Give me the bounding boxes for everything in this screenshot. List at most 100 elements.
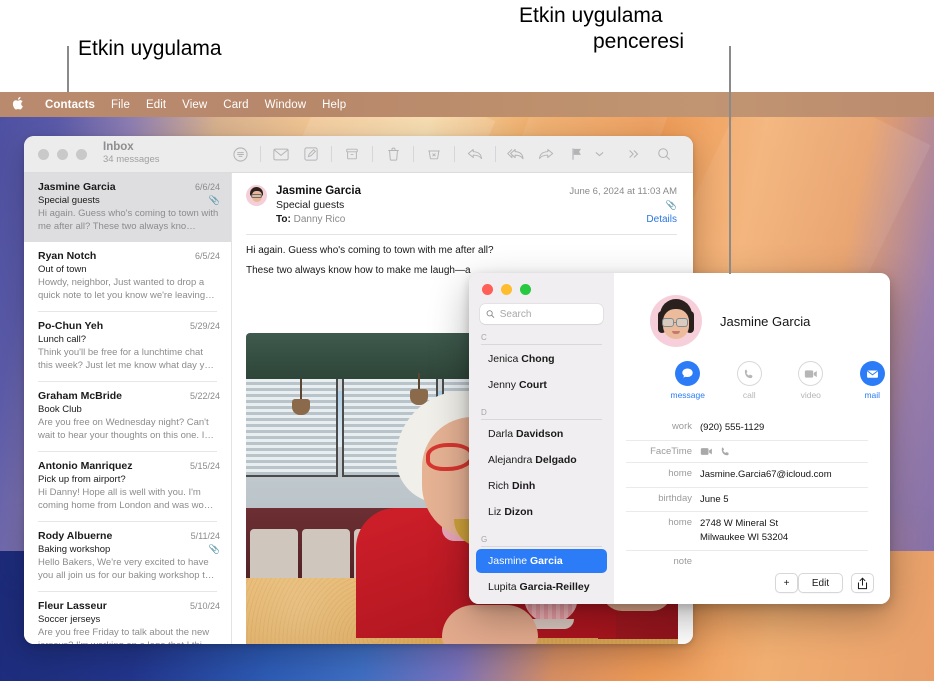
field-value[interactable]: Jasmine.Garcia67@icloud.com bbox=[700, 468, 832, 482]
archive-icon[interactable] bbox=[337, 142, 367, 166]
reply-icon[interactable] bbox=[460, 142, 490, 166]
menu-item-contacts[interactable]: Contacts bbox=[37, 97, 103, 113]
contact-list-item[interactable]: Lupita Garcia-Reilley bbox=[476, 575, 607, 599]
call-action-button[interactable]: call bbox=[732, 361, 768, 400]
search-input[interactable] bbox=[499, 308, 597, 320]
list-item[interactable]: Ryan Notch 6/5/24 Out of town Howdy, neig… bbox=[24, 242, 231, 311]
minimize-button[interactable] bbox=[501, 284, 512, 295]
mailbox-title: Inbox bbox=[103, 141, 134, 154]
menu-item-card[interactable]: Card bbox=[215, 97, 256, 113]
list-item[interactable]: Rody Albuerne 5/11/24 Baking workshop 📎 He… bbox=[24, 522, 231, 591]
video-camera-icon bbox=[798, 361, 824, 386]
field-value[interactable]: 2748 W Mineral St Milwaukee WI 53204 bbox=[700, 517, 788, 545]
message-sender: Graham McBride bbox=[38, 390, 123, 403]
field-value[interactable]: (920) 555-1129 bbox=[700, 421, 764, 435]
apple-logo-icon[interactable] bbox=[12, 96, 25, 111]
call-action-label: call bbox=[742, 390, 756, 400]
unread-mail-icon[interactable] bbox=[266, 142, 296, 166]
details-link[interactable]: Details bbox=[646, 214, 677, 225]
mail-toolbar[interactable]: Inbox 34 messages bbox=[24, 136, 693, 173]
avatar bbox=[246, 185, 267, 206]
message-preview: Think you'll be free for a lunchtime cha… bbox=[38, 347, 214, 371]
zoom-button[interactable] bbox=[520, 284, 531, 295]
chevron-down-icon[interactable] bbox=[591, 142, 607, 166]
phone-icon[interactable] bbox=[720, 446, 731, 457]
message-date: 5/11/24 bbox=[190, 531, 220, 542]
contact-list-item-selected[interactable]: Jasmine Garcia bbox=[476, 549, 607, 573]
facetime-icons[interactable] bbox=[700, 446, 731, 457]
contacts-window[interactable]: C Jenica Chong Jenny Court D Darla David… bbox=[469, 273, 890, 604]
attachment-icon: 📎 bbox=[208, 544, 220, 555]
menu-item-file[interactable]: File bbox=[103, 97, 138, 113]
menu-item-window[interactable]: Window bbox=[257, 97, 315, 113]
list-item[interactable]: Antonio Manriquez 5/15/24 Pick up from ai… bbox=[24, 452, 231, 521]
forward-icon[interactable] bbox=[531, 142, 561, 166]
field-label: work bbox=[671, 421, 692, 432]
annotation-leader-line-left bbox=[67, 46, 69, 92]
contact-list-item[interactable]: Darla Davidson bbox=[476, 422, 607, 446]
contact-field-row[interactable]: work (920) 555-1129 bbox=[626, 416, 868, 441]
message-date: 5/29/24 bbox=[189, 321, 220, 332]
message-subject: Pick up from airport? bbox=[38, 474, 126, 486]
minimize-button[interactable] bbox=[57, 148, 68, 160]
more-icon[interactable] bbox=[619, 142, 649, 166]
contact-list-item[interactable]: Rich Dinh bbox=[476, 474, 607, 498]
menu-bar[interactable]: Contacts File Edit View Card Window Help bbox=[0, 92, 934, 117]
search-icon[interactable] bbox=[649, 142, 679, 166]
flag-icon[interactable] bbox=[561, 142, 591, 166]
list-item[interactable]: Fleur Lasseur 5/10/24 Soccer jerseys Are … bbox=[24, 592, 231, 644]
compose-icon[interactable] bbox=[296, 142, 326, 166]
contacts-footer-toolbar[interactable]: + Edit bbox=[759, 562, 890, 604]
reply-all-icon[interactable] bbox=[501, 142, 531, 166]
trash-icon[interactable] bbox=[378, 142, 408, 166]
contacts-sidebar[interactable]: C Jenica Chong Jenny Court D Darla David… bbox=[469, 273, 614, 604]
junk-icon[interactable] bbox=[419, 142, 449, 166]
contact-action-buttons[interactable]: message call video mail bbox=[614, 347, 890, 400]
add-contact-button[interactable]: + bbox=[775, 573, 799, 593]
video-action-button[interactable]: video bbox=[793, 361, 829, 400]
contact-list-item[interactable]: Liz Dizon bbox=[476, 500, 607, 524]
contact-field-row[interactable]: birthday June 5 bbox=[626, 488, 868, 513]
message-subject: Special guests bbox=[38, 195, 100, 206]
contact-card-header: Jasmine Garcia bbox=[614, 273, 890, 347]
annotation-label-active-window-line2: penceresi bbox=[593, 30, 685, 53]
toolbar-divider bbox=[413, 146, 414, 162]
message-preview: Hi Danny! Hope all is well with you. I'm… bbox=[38, 487, 214, 511]
contact-field-row[interactable]: FaceTime bbox=[626, 441, 868, 463]
menu-item-help[interactable]: Help bbox=[314, 97, 354, 113]
message-date: 5/15/24 bbox=[189, 461, 220, 472]
contact-field-row[interactable]: home 2748 W Mineral St Milwaukee WI 5320… bbox=[626, 512, 868, 551]
contact-list-item[interactable]: Alejandra Delgado bbox=[476, 448, 607, 472]
zoom-button[interactable] bbox=[76, 148, 87, 160]
toolbar-divider bbox=[260, 146, 261, 162]
close-button[interactable] bbox=[482, 284, 493, 295]
field-value[interactable]: June 5 bbox=[700, 493, 729, 507]
message-subject: Book Club bbox=[38, 404, 82, 416]
contact-list-item[interactable]: Jenica Chong bbox=[476, 347, 607, 371]
menu-item-view[interactable]: View bbox=[174, 97, 215, 113]
list-item[interactable]: Jasmine Garcia 6/6/24 Special guests 📎 Hi … bbox=[24, 173, 231, 243]
contacts-window-controls[interactable] bbox=[469, 273, 614, 295]
message-timestamp: June 6, 2024 at 11:03 AM bbox=[569, 186, 677, 197]
mail-window-controls[interactable] bbox=[38, 148, 87, 160]
message-action-button[interactable]: message bbox=[670, 361, 706, 400]
message-list[interactable]: Jasmine Garcia 6/6/24 Special guests 📎 Hi … bbox=[24, 173, 232, 644]
contact-list-item[interactable]: Jenny Court bbox=[476, 373, 607, 397]
toolbar-divider bbox=[495, 146, 496, 162]
search-field[interactable] bbox=[480, 304, 603, 324]
mail-action-button[interactable]: mail bbox=[855, 361, 891, 400]
video-camera-icon[interactable] bbox=[700, 447, 713, 456]
filter-icon[interactable] bbox=[225, 142, 255, 166]
share-button[interactable] bbox=[850, 573, 875, 593]
close-button[interactable] bbox=[38, 148, 49, 160]
contact-field-row[interactable]: home Jasmine.Garcia67@icloud.com bbox=[626, 463, 868, 488]
menu-item-edit[interactable]: Edit bbox=[138, 97, 174, 113]
mail-toolbar-buttons[interactable] bbox=[225, 142, 679, 166]
group-header-letter: G bbox=[481, 535, 488, 544]
envelope-icon bbox=[859, 361, 885, 386]
list-item[interactable]: Po-Chun Yeh 5/29/24 Lunch call? Think you… bbox=[24, 312, 231, 381]
list-item[interactable]: Graham McBride 5/22/24 Book Club Are you … bbox=[24, 382, 231, 451]
message-body-paragraph: Hi again. Guess who's coming to town wit… bbox=[246, 245, 494, 256]
avatar[interactable] bbox=[650, 295, 702, 347]
edit-button[interactable]: Edit bbox=[798, 573, 843, 593]
